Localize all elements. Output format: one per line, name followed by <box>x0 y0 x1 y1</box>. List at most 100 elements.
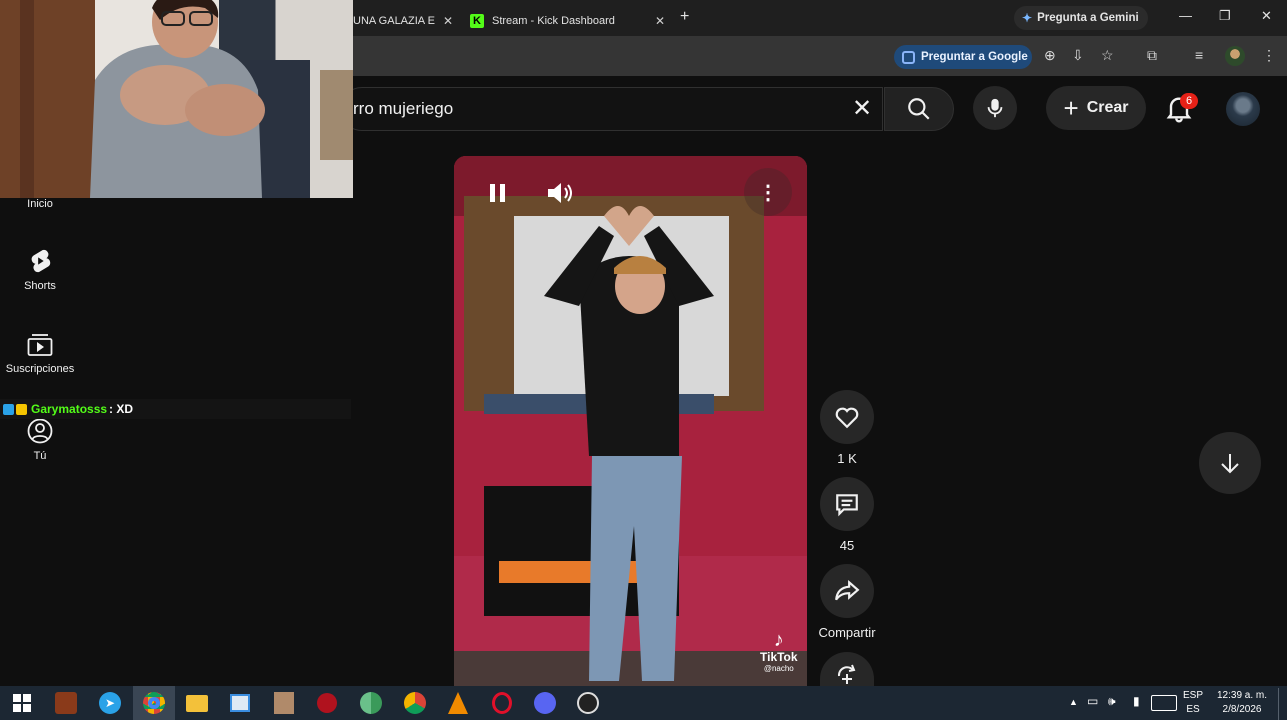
comments-button[interactable] <box>820 477 874 531</box>
ask-google-button[interactable]: Preguntar a Google <box>894 45 1032 69</box>
tab-title: UNA GALAZIA E <box>353 15 435 27</box>
obs-icon <box>577 692 599 714</box>
folder-icon <box>186 694 208 712</box>
notification-count-badge: 6 <box>1180 93 1198 109</box>
like-count: 1 K <box>837 451 857 466</box>
comment-count: 45 <box>839 538 855 553</box>
share-label: Compartir <box>818 625 876 640</box>
keyboard-layout: ES <box>1186 704 1200 715</box>
mic-tray-icon[interactable]: ▮ <box>1133 694 1140 708</box>
windows-start-button[interactable] <box>2 688 42 718</box>
taskbar-app-game[interactable] <box>46 688 86 718</box>
share-icon <box>835 579 860 601</box>
tab-close-icon[interactable]: ✕ <box>655 14 665 28</box>
chrome-icon <box>143 692 165 714</box>
comment-icon <box>836 494 858 517</box>
taskbar-app-file-explorer[interactable] <box>177 688 217 718</box>
vlc-cone-icon <box>448 692 468 714</box>
chrome-icon <box>404 692 426 714</box>
clock-date: 2/8/2026 <box>1222 704 1262 715</box>
voice-search-button[interactable] <box>973 86 1017 130</box>
zoom-icon[interactable]: ⊕ <box>1044 47 1056 64</box>
taskbar-app-discord[interactable] <box>525 688 565 718</box>
install-app-icon[interactable]: ⇩ <box>1072 47 1084 64</box>
microphone-icon <box>987 98 1003 118</box>
remix-button[interactable] <box>820 652 874 686</box>
more-options-icon[interactable]: ⋮ <box>744 168 792 216</box>
network-icon[interactable]: ▭ <box>1087 694 1098 708</box>
speaker-icon[interactable]: 🕪 <box>1108 694 1116 709</box>
verified-badge-icon <box>3 403 14 415</box>
windows-logo-icon <box>13 694 31 712</box>
search-query-text: rro mujeriego <box>353 99 454 118</box>
chrome-menu-icon[interactable]: ⋮ <box>1262 47 1276 64</box>
crown-badge-icon <box>16 403 27 415</box>
sidebar-item-shorts[interactable]: Shorts <box>0 248 80 292</box>
subscriptions-icon <box>27 334 53 356</box>
sidebar-item-label: Tú <box>33 450 47 462</box>
kick-icon: K <box>470 14 484 28</box>
new-tab-button[interactable]: + <box>680 8 689 26</box>
game-app-icon <box>55 692 77 714</box>
like-button[interactable] <box>820 390 874 444</box>
taskbar-app-obs[interactable] <box>568 688 608 718</box>
heart-icon <box>835 407 859 429</box>
clear-search-icon[interactable]: ✕ <box>852 94 872 123</box>
store-icon <box>230 694 250 712</box>
profile-avatar[interactable] <box>1225 46 1245 66</box>
chat-badges <box>3 403 27 415</box>
chat-text: : XD <box>109 402 134 416</box>
shorts-video-player[interactable]: ⋮ ♪ TikTok @nacho <box>454 156 807 686</box>
tiktok-brand: TikTok <box>760 650 798 664</box>
sidebar-item-label: Suscripciones <box>5 363 75 375</box>
pause-icon[interactable] <box>488 182 508 204</box>
minimize-button[interactable]: — <box>1179 8 1192 23</box>
search-button[interactable] <box>884 87 954 131</box>
browser-tab[interactable]: UNA GALAZIA E ✕ <box>353 6 453 36</box>
chrome-alt-icon <box>360 692 382 714</box>
taskbar-app-vlc[interactable] <box>438 688 478 718</box>
taskbar-app-chrome-green[interactable] <box>351 688 391 718</box>
opera-icon <box>492 692 512 714</box>
sidebar-item-you[interactable]: Tú <box>0 418 80 462</box>
taskbar-app-game2[interactable] <box>264 688 304 718</box>
touch-keyboard-icon[interactable] <box>1151 695 1177 711</box>
close-window-button[interactable]: ✕ <box>1261 8 1272 24</box>
you-icon <box>27 418 53 444</box>
taskbar-app-chrome[interactable] <box>134 688 174 718</box>
input-language[interactable]: ESP ES <box>1183 689 1203 717</box>
sidebar-item-subscriptions[interactable]: Suscripciones <box>0 333 80 375</box>
extensions-icon[interactable]: ⧉ <box>1147 47 1157 64</box>
search-icon <box>908 98 930 120</box>
browser-tab-kick-dashboard[interactable]: K Stream - Kick Dashboard ✕ <box>470 6 665 36</box>
remix-icon <box>837 664 856 684</box>
show-desktop-button[interactable] <box>1278 688 1287 720</box>
taskbar-app-chrome-2[interactable] <box>395 688 435 718</box>
game2-icon <box>274 692 294 714</box>
bookmark-star-icon[interactable]: ☆ <box>1101 47 1114 64</box>
taskbar-app-opera[interactable] <box>482 688 522 718</box>
taskbar-app-red-circle[interactable] <box>307 688 347 718</box>
tab-close-icon[interactable]: ✕ <box>443 14 453 28</box>
volume-icon[interactable] <box>546 180 574 206</box>
maximize-button[interactable]: ❐ <box>1219 8 1231 24</box>
gemini-label: Pregunta a Gemini <box>1037 12 1139 24</box>
tiktok-logo-icon: ♪ <box>773 629 784 651</box>
tray-overflow-icon[interactable]: ▲ <box>1069 697 1078 707</box>
account-avatar[interactable] <box>1226 92 1260 126</box>
next-short-button[interactable] <box>1199 432 1261 494</box>
create-button[interactable]: + Crear <box>1046 86 1146 130</box>
system-clock[interactable]: 12:39 a. m. 2/8/2026 <box>1213 689 1271 717</box>
taskbar-app-store[interactable] <box>220 688 260 718</box>
gemini-button[interactable]: ✦ Pregunta a Gemini <box>1014 6 1148 30</box>
media-control-icon[interactable]: ≡ <box>1195 47 1203 63</box>
sidebar-item-home[interactable]: Inicio <box>0 198 80 210</box>
share-button[interactable] <box>820 564 874 618</box>
ask-google-label: Preguntar a Google <box>921 51 1028 63</box>
chat-message: Garymatosss : XD <box>0 399 351 419</box>
sidebar-item-label: Shorts <box>24 280 56 292</box>
chat-username[interactable]: Garymatosss <box>31 402 107 416</box>
google-lens-icon <box>902 50 915 64</box>
taskbar-app-telegram[interactable]: ➤ <box>90 688 130 718</box>
tab-title: Stream - Kick Dashboard <box>492 15 615 27</box>
